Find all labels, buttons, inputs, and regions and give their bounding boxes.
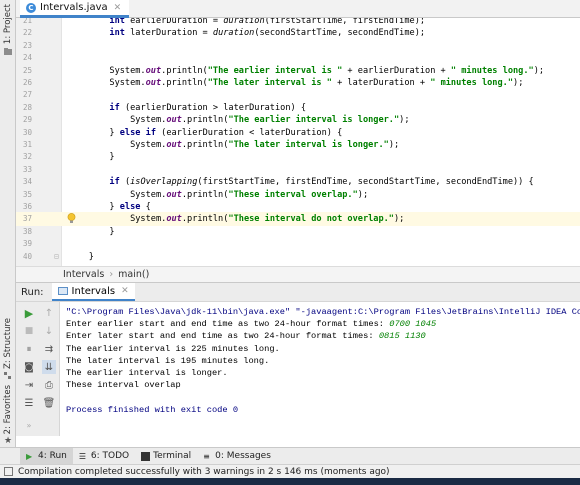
run-tool-label: 4: Run <box>38 451 67 461</box>
user-input-text: 0700 1045 <box>389 319 437 330</box>
folder-icon <box>4 48 12 56</box>
close-tab-icon[interactable]: ✕ <box>114 3 122 13</box>
project-tab-label: 1: Project <box>3 4 13 45</box>
editor-tab-label: Intervals.java <box>40 2 108 13</box>
status-message: Compilation completed successfully with … <box>18 466 390 477</box>
close-run-tab-icon[interactable]: ✕ <box>121 286 129 296</box>
run-toolbar: ▶ ↑ ■ ↓ ⏸ ⇉ ◙ ⇊ ⇥ ⎙ ☰ 🗑 » <box>16 302 60 436</box>
line-number: 40 <box>22 251 32 261</box>
exit-icon[interactable]: ⇥ <box>22 378 36 392</box>
console-line: Enter later start and end time as two 24… <box>66 331 426 342</box>
print-icon[interactable]: ⎙ <box>42 378 56 392</box>
structure-icon <box>4 371 11 379</box>
project-tool-tab[interactable]: 1: Project <box>0 4 16 56</box>
structure-tool-tab[interactable]: Z: Structure <box>0 318 16 380</box>
run-config-icon <box>57 287 68 295</box>
console-line: Process finished with exit code 0 <box>66 404 239 415</box>
breadcrumb-method[interactable]: main() <box>118 269 149 280</box>
run-tab-intervals[interactable]: Intervals ✕ <box>51 283 135 301</box>
user-input-text: 0815 1130 <box>378 331 426 342</box>
messages-icon: ≡ <box>203 451 210 461</box>
layout-icon[interactable]: ☰ <box>22 396 36 410</box>
favorites-tab-label: 2: Favorites <box>3 385 13 435</box>
terminal-tool-label: Terminal <box>153 451 192 461</box>
java-class-icon: C <box>26 2 36 13</box>
pause-icon[interactable]: ⏸ <box>22 342 36 356</box>
console-line: The earlier interval is 225 minutes long… <box>66 343 280 354</box>
expand-icon[interactable]: » <box>22 418 36 432</box>
todo-tool-label: 6: TODO <box>90 451 130 461</box>
structure-tab-label: Z: Structure <box>3 318 13 369</box>
soft-wrap-icon[interactable]: ⇉ <box>42 342 56 356</box>
messages-tool-button[interactable]: ≡ 0: Messages <box>197 448 277 465</box>
terminal-tool-button[interactable]: Terminal <box>135 448 197 465</box>
todo-tool-button[interactable]: ☰ 6: TODO <box>73 448 135 465</box>
left-tool-strip: 1: Project Z: Structure 2: Favorites ★ <box>0 0 16 447</box>
console-line: "C:\Program Files\Java\jdk-11\bin\java.e… <box>66 307 580 317</box>
todo-icon: ☰ <box>78 451 87 461</box>
stop-icon[interactable]: ■ <box>22 324 36 338</box>
console-line: The earlier interval is longer. <box>66 368 228 378</box>
run-icon: ▶ <box>26 451 33 461</box>
editor-tab-intervals[interactable]: C Intervals.java ✕ <box>20 0 130 18</box>
code-line[interactable]: 40 ⊟ } <box>16 250 580 264</box>
editor-tab-bar: C Intervals.java ✕ <box>16 0 580 18</box>
camera-icon[interactable]: ◙ <box>22 360 36 374</box>
rerun-icon[interactable]: ▶ <box>22 306 36 320</box>
console-output[interactable]: "C:\Program Files\Java\jdk-11\bin\java.e… <box>60 302 580 436</box>
code-editor[interactable]: 21 int earlierDuration = duration(firstS… <box>16 18 580 266</box>
run-tab-label: Intervals <box>71 285 116 297</box>
run-panel-label: Run: <box>21 286 44 298</box>
os-taskbar <box>0 478 580 485</box>
trash-icon[interactable]: 🗑 <box>42 396 56 410</box>
scroll-down-icon[interactable]: ↓ <box>42 324 56 338</box>
terminal-icon <box>141 451 151 461</box>
breadcrumb: Intervals › main() <box>16 266 580 282</box>
messages-tool-label: 0: Messages <box>215 451 271 461</box>
console-line: These interval overlap <box>66 380 181 391</box>
star-icon: ★ <box>4 436 13 447</box>
scroll-to-end-icon[interactable]: ⇊ <box>42 360 56 374</box>
breadcrumb-separator: › <box>109 269 114 280</box>
console-line: The later interval is 195 minutes long. <box>66 355 270 366</box>
breadcrumb-class[interactable]: Intervals <box>63 269 104 280</box>
code-text: } <box>68 251 94 262</box>
status-bar: Compilation completed successfully with … <box>0 464 580 478</box>
run-tool-button[interactable]: ▶ 4: Run <box>20 447 73 465</box>
scroll-up-icon[interactable]: ↑ <box>42 306 56 320</box>
console-line: Enter earlier start and end time as two … <box>66 319 437 330</box>
event-log-icon[interactable] <box>4 467 13 476</box>
favorites-tool-tab[interactable]: 2: Favorites ★ <box>0 385 16 447</box>
run-panel-header: Run: Intervals ✕ <box>16 282 580 302</box>
fold-icon[interactable]: ⊟ <box>54 250 59 264</box>
tool-window-bar: ▶ 4: Run ☰ 6: TODO Terminal ≡ 0: Message… <box>0 447 580 465</box>
